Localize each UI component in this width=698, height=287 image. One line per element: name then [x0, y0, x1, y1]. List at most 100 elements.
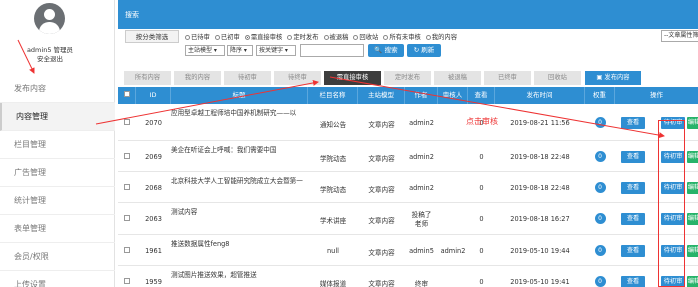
row-checkbox-box[interactable] — [124, 278, 130, 284]
table-header: ID 标题 栏目名称 主站模型 作者 审核人 查看 发布时间 权重 操作 — [118, 87, 698, 104]
row-title[interactable]: 推送数据属性feng8 — [171, 238, 308, 248]
view-button[interactable]: 查看 — [621, 213, 645, 225]
sidebar: admin5 管理员 安全退出 发布内容 内容管理 栏目管理 广告管理 统计管理… — [0, 0, 115, 287]
tab-final-reviewed[interactable]: 已终审 — [484, 71, 531, 85]
radio-my-content[interactable]: 我的内容 — [425, 34, 457, 41]
row-checkbox[interactable] — [118, 119, 136, 127]
logout-link[interactable]: 安全退出 — [0, 53, 100, 63]
radio-recycle[interactable]: 回收站 — [353, 34, 378, 41]
sidebar-item-member[interactable]: 会员/权限 — [0, 243, 115, 271]
row-column: 学术讲座 — [319, 217, 347, 225]
table-row: 2069 美企在听证会上呼喊：我们需要中国 学院动态 文章内容 admin2 0 2019-… — [118, 141, 698, 172]
edit-button[interactable]: 编辑 — [687, 117, 698, 129]
tab-all-content[interactable]: 所有内容 — [124, 71, 171, 85]
model-select[interactable]: 主站模型 ▾ — [185, 45, 225, 56]
col-weight: 权重 — [585, 87, 615, 104]
col-author: 作者 — [405, 87, 438, 104]
radio-scheduled[interactable]: 定时发布 — [287, 34, 319, 41]
row-author: admin2 — [409, 184, 434, 192]
tab-publish-content[interactable]: ▣ 发布内容 — [585, 71, 641, 85]
row-id: 1959 — [145, 278, 162, 286]
row-author: admin5 — [409, 247, 434, 255]
table-row: 2063 测试内容 学术讲座 文章内容 投稿了 老师 0 2019-08-18 16:27 0… — [118, 203, 698, 235]
row-title[interactable]: 北京科技大学人工智能研究院成立大会暨第一 — [171, 175, 308, 185]
weight-badge: 0 — [594, 276, 606, 287]
sidebar-item-form-manage[interactable]: 表单管理 — [0, 215, 115, 243]
tab-scheduled[interactable]: 定时发布 — [384, 71, 431, 85]
select-all-checkbox[interactable] — [123, 91, 130, 97]
row-author: 终审 — [414, 280, 429, 287]
header-title: 搜索 — [125, 11, 139, 19]
table-row: 2070 应用型卓越工程师培中国养机制研究——以 通知公告 文章内容 admin2 0 20… — [118, 104, 698, 141]
tab-pending-final[interactable]: 待终审 — [274, 71, 321, 85]
refresh-button[interactable]: ↻ 刷新 — [407, 44, 441, 57]
sidebar-item-publish[interactable]: 发布内容 — [0, 75, 115, 103]
col-title[interactable]: 标题 — [171, 87, 308, 104]
row-title[interactable]: 测试内容 — [171, 206, 308, 216]
row-checkbox-box[interactable] — [124, 119, 130, 125]
row-checkbox-box[interactable] — [124, 215, 130, 221]
edit-button[interactable]: 编辑 — [687, 213, 698, 225]
view-button[interactable]: 查看 — [621, 245, 645, 257]
row-column: 媒体报道 — [319, 280, 347, 287]
row-time: 2019-08-21 11:56 — [510, 119, 570, 127]
category-filter-button[interactable]: 按分类筛选 — [125, 30, 179, 43]
status-radio-group: 已待审 已初审 需直接审核 定时发布 被退稿 回收站 所有未审核 我的内容 — [185, 32, 460, 41]
tab-rejected[interactable]: 被退稿 — [434, 71, 481, 85]
radio-rejected[interactable]: 被退稿 — [323, 34, 348, 41]
row-title[interactable]: 测试图片推送效果，超管推送 — [171, 269, 308, 279]
attribute-filter-select[interactable]: --文章属性筛 — [661, 30, 698, 42]
radio-direct-review[interactable]: 需直接审核 — [244, 34, 282, 41]
row-checkbox[interactable] — [118, 153, 136, 161]
tab-my-content[interactable]: 我的内容 — [174, 71, 221, 85]
annotation-highlight-box — [658, 120, 685, 287]
row-weight: 0 — [585, 245, 615, 256]
content-tabs: 所有内容 我的内容 待初审 待终审 需直接审核 定时发布 被退稿 已终审 回收站… — [118, 71, 698, 86]
order-select[interactable]: 降序 ▾ — [227, 45, 253, 56]
row-checkbox-box[interactable] — [124, 153, 130, 159]
row-checkbox[interactable] — [118, 278, 136, 286]
view-button[interactable]: 查看 — [621, 117, 645, 129]
publish-icon: ▣ — [596, 74, 603, 81]
table-row: 1959 测试图片推送效果，超管推送 媒体报道 文章内容 终审 0 2019-05-10 1… — [118, 266, 698, 287]
search-button[interactable]: 🔍 搜索 — [368, 44, 404, 57]
row-time: 2019-05-10 19:44 — [510, 247, 570, 255]
view-button[interactable]: 查看 — [621, 182, 645, 194]
view-button[interactable]: 查看 — [621, 151, 645, 163]
field-select[interactable]: 按关键字 ▾ — [256, 45, 296, 56]
row-views: 0 — [479, 278, 484, 286]
row-checkbox-box[interactable] — [124, 247, 130, 253]
avatar[interactable] — [34, 3, 65, 34]
search-icon: 🔍 — [374, 46, 383, 54]
row-checkbox[interactable] — [118, 247, 136, 255]
select-all-header[interactable] — [118, 87, 136, 104]
sidebar-item-upload-settings[interactable]: 上传设置 — [0, 271, 115, 287]
radio-all-unreviewed[interactable]: 所有未审核 — [383, 34, 421, 41]
row-title[interactable]: 美企在听证会上呼喊：我们需要中国 — [171, 144, 308, 154]
row-title[interactable]: 应用型卓越工程师培中国养机制研究——以 — [171, 107, 308, 117]
row-checkbox-box[interactable] — [124, 184, 130, 190]
radio-first-review[interactable]: 已初审 — [214, 34, 240, 41]
view-button[interactable]: 查看 — [621, 276, 645, 287]
edit-button[interactable]: 编辑 — [687, 151, 698, 163]
edit-button[interactable]: 编辑 — [687, 182, 698, 194]
sidebar-item-column-manage[interactable]: 栏目管理 — [0, 131, 115, 159]
radio-pending[interactable]: 已待审 — [185, 34, 210, 41]
tab-recycle-bin[interactable]: 回收站 — [534, 71, 581, 85]
weight-badge: 0 — [594, 213, 606, 224]
row-checkbox[interactable] — [118, 184, 136, 192]
keyword-input[interactable] — [300, 44, 364, 57]
row-model: 文章内容 — [368, 280, 395, 287]
row-weight: 0 — [585, 151, 615, 162]
refresh-icon: ↻ — [413, 46, 420, 54]
tab-direct-review[interactable]: 需直接审核 — [324, 71, 381, 85]
edit-button[interactable]: 编辑 — [687, 276, 698, 287]
sidebar-item-content-manage[interactable]: 内容管理 — [0, 103, 115, 131]
sidebar-item-stats-manage[interactable]: 统计管理 — [0, 187, 115, 215]
tab-pending-first[interactable]: 待初审 — [224, 71, 271, 85]
row-id: 2070 — [145, 119, 162, 127]
edit-button[interactable]: 编辑 — [687, 245, 698, 257]
sidebar-item-ad-manage[interactable]: 广告管理 — [0, 159, 115, 187]
main-panel: 搜索 按分类筛选 已待审 已初审 需直接审核 定时发布 被退稿 回收站 所有未审… — [118, 0, 698, 287]
row-checkbox[interactable] — [118, 215, 136, 223]
